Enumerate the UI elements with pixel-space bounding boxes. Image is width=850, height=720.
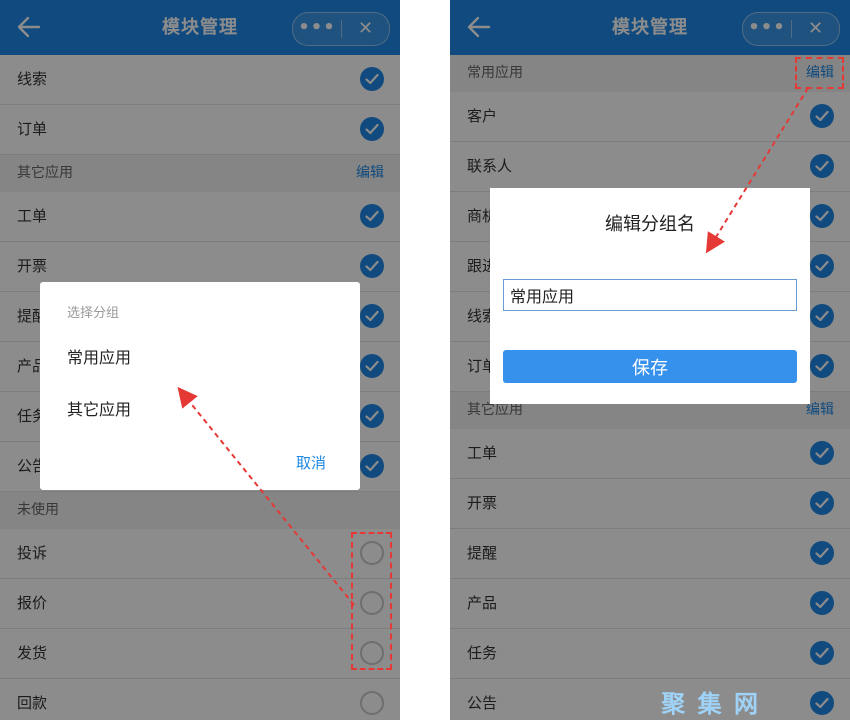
annotation-arrow-right <box>705 87 809 254</box>
annotation-arrow-left <box>177 386 355 606</box>
annotation-arrows <box>177 87 809 606</box>
